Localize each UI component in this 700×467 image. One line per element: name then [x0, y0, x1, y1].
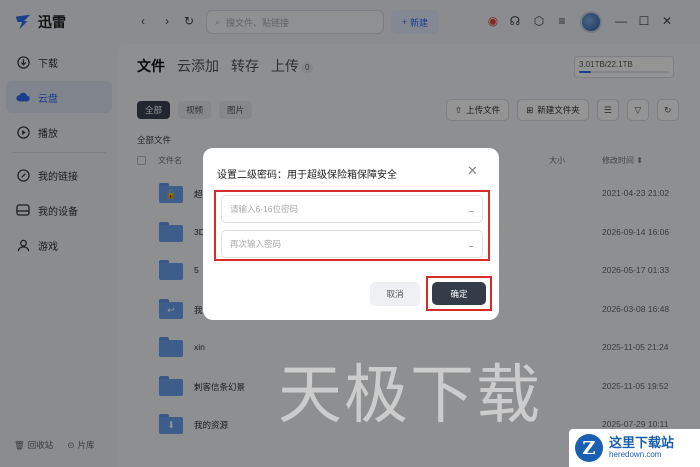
confirm-password-field[interactable]: 再次输入密码 ⌣: [221, 230, 483, 258]
cancel-button[interactable]: 取消: [370, 282, 420, 306]
close-icon[interactable]: ✕: [467, 163, 478, 179]
dialog-title: 设置二级密码：用于超级保险箱保障安全: [217, 170, 397, 181]
inputs-highlight: 请输入6-16位密码 ⌣ 再次输入密码 ⌣: [214, 190, 490, 261]
site-logo-url: heredown.com: [609, 450, 662, 459]
site-logo: Z 这里下载站 heredown.com: [569, 429, 700, 467]
password-dialog: 设置二级密码：用于超级保险箱保障安全 ✕ 请输入6-16位密码 ⌣ 再次输入密码…: [203, 148, 499, 320]
confirm-button[interactable]: 确定: [432, 282, 486, 305]
password-placeholder: 请输入6-16位密码: [230, 204, 299, 214]
site-logo-name: 这里下载站: [609, 435, 675, 450]
confirm-highlight: 确定: [426, 276, 492, 311]
eye-closed-icon[interactable]: ⌣: [468, 241, 474, 252]
confirm-password-placeholder: 再次输入密码: [230, 239, 282, 249]
watermark: 天极下载: [278, 359, 542, 433]
eye-closed-icon[interactable]: ⌣: [468, 206, 474, 217]
site-logo-mark: Z: [575, 434, 603, 462]
password-field[interactable]: 请输入6-16位密码 ⌣: [221, 195, 483, 223]
